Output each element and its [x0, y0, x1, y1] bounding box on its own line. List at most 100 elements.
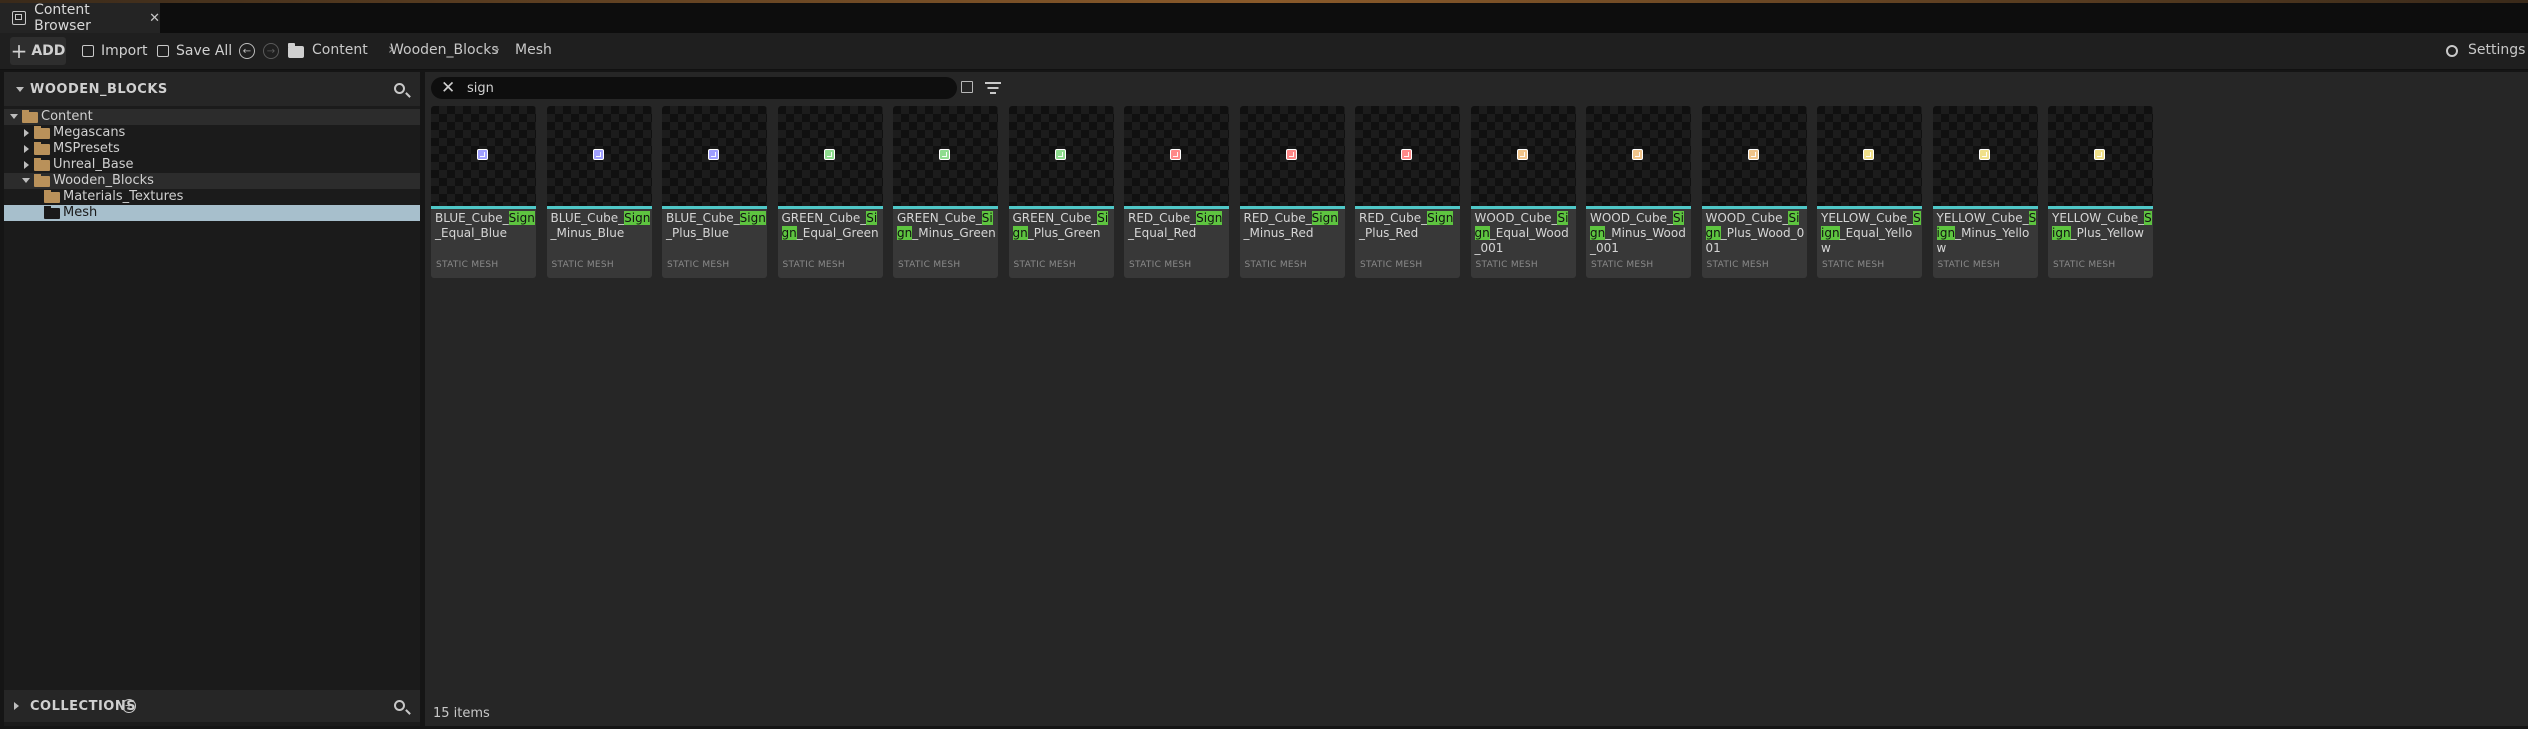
asset-type: STATIC MESH	[898, 260, 961, 270]
tree-item-label: Unreal_Base	[53, 157, 134, 172]
tree-item-mspresets[interactable]: MSPresets	[4, 141, 420, 157]
asset-type: STATIC MESH	[1360, 260, 1423, 270]
folder-icon	[34, 126, 50, 139]
asset-tile[interactable]: WOOD_Cube_Sign_Plus_Wood_001 STATIC MESH	[1701, 106, 1807, 278]
asset-type-bar	[1470, 206, 1576, 209]
asset-type-bar	[1124, 206, 1229, 209]
tree-item-materials-textures[interactable]: Materials_Textures	[4, 189, 420, 205]
asset-tile[interactable]: YELLOW_Cube_Sign_Equal_Yellow STATIC MESH	[1817, 106, 1922, 278]
search-icon[interactable]	[394, 700, 405, 711]
asset-tile[interactable]: GREEN_Cube_Sign_Minus_Green STATIC MESH	[893, 106, 998, 278]
asset-tile[interactable]: RED_Cube_Sign_Plus_Red STATIC MESH	[1355, 106, 1460, 278]
import-label: Import	[101, 43, 148, 59]
add-button[interactable]: + ADD	[10, 37, 66, 65]
asset-tile[interactable]: GREEN_Cube_Sign_Plus_Green STATIC MESH	[1008, 106, 1114, 278]
breadcrumb-mesh[interactable]: Mesh	[515, 42, 552, 58]
asset-type-bar	[1817, 206, 1922, 209]
asset-tile[interactable]: BLUE_Cube_Sign_Plus_Blue STATIC MESH	[662, 106, 767, 278]
clear-search-icon[interactable]: ✕	[441, 78, 455, 98]
tree-item-label: Mesh	[63, 205, 98, 220]
asset-name: BLUE_Cube_Sign_Plus_Blue	[666, 211, 766, 240]
asset-name: WOOD_Cube_Sign_Minus_Wood_001	[1590, 211, 1686, 255]
asset-type: STATIC MESH	[551, 260, 614, 270]
asset-tile[interactable]: RED_Cube_Sign_Minus_Red STATIC MESH	[1239, 106, 1345, 278]
asset-name: GREEN_Cube_Sign_Plus_Green	[1012, 211, 1109, 240]
asset-type: STATIC MESH	[2053, 260, 2116, 270]
asset-tile[interactable]: YELLOW_Cube_Sign_Plus_Yellow STATIC MESH	[2048, 106, 2153, 278]
asset-name: RED_Cube_Sign_Plus_Red	[1359, 211, 1454, 240]
gear-icon[interactable]	[2446, 45, 2458, 57]
asset-type-bar	[1701, 206, 1807, 209]
asset-tile[interactable]: BLUE_Cube_Sign_Minus_Blue STATIC MESH	[546, 106, 652, 278]
sources-header[interactable]: WOODEN_BLOCKS	[4, 72, 420, 106]
asset-tile[interactable]: WOOD_Cube_Sign_Minus_Wood_001 STATIC MESH	[1586, 106, 1691, 278]
close-icon[interactable]: ✕	[149, 11, 160, 26]
asset-type-bar	[1008, 206, 1114, 209]
asset-tile[interactable]: WOOD_Cube_Sign_Equal_Wood_001 STATIC MESH	[1470, 106, 1576, 278]
breadcrumb-wooden-blocks[interactable]: Wooden_Blocks	[390, 42, 499, 58]
chevron-down-icon[interactable]	[16, 87, 24, 92]
save-all-button[interactable]: Save All	[157, 37, 232, 65]
asset-type: STATIC MESH	[1129, 260, 1192, 270]
asset-type: STATIC MESH	[1706, 260, 1769, 270]
asset-thumbnail	[662, 106, 767, 206]
import-button[interactable]: Import	[82, 37, 147, 65]
asset-name: GREEN_Cube_Sign_Minus_Green	[897, 211, 996, 240]
asset-type: STATIC MESH	[667, 260, 730, 270]
asset-tile[interactable]: RED_Cube_Sign_Equal_Red STATIC MESH	[1124, 106, 1229, 278]
folder-icon	[44, 206, 60, 219]
tree-item-wooden-blocks[interactable]: Wooden_Blocks	[4, 173, 420, 189]
chevron-right-icon[interactable]	[24, 129, 29, 137]
tree-item-mesh[interactable]: Mesh	[4, 205, 420, 221]
search-icon[interactable]	[394, 83, 405, 94]
settings-button[interactable]: Settings	[2468, 42, 2525, 58]
chevron-right-icon[interactable]	[24, 161, 29, 169]
search-input[interactable]	[467, 77, 947, 99]
asset-tile[interactable]: BLUE_Cube_Sign_Equal_Blue STATIC MESH	[431, 106, 536, 278]
collections-header[interactable]: COLLECTIONS +	[4, 690, 420, 722]
asset-name: BLUE_Cube_Sign_Minus_Blue	[550, 211, 651, 240]
asset-type-bar	[662, 206, 767, 209]
asset-tile[interactable]: GREEN_Cube_Sign_Equal_Green STATIC MESH	[777, 106, 883, 278]
cube-icon	[1747, 149, 1759, 160]
asset-type-bar	[546, 206, 652, 209]
history-back-button[interactable]: ←	[239, 43, 255, 59]
chevron-right-icon[interactable]	[24, 145, 29, 153]
chevron-right-icon[interactable]	[14, 702, 19, 710]
asset-type-bar	[893, 206, 998, 209]
tab-content-browser[interactable]: Content Browser ✕	[0, 2, 160, 34]
asset-type: STATIC MESH	[436, 260, 499, 270]
tree-item-label: Wooden_Blocks	[53, 173, 154, 188]
cube-icon	[592, 149, 604, 160]
asset-type: STATIC MESH	[1013, 260, 1076, 270]
asset-thumbnail	[893, 106, 998, 206]
tree-item-label: Materials_Textures	[63, 189, 184, 204]
asset-type: STATIC MESH	[1822, 260, 1885, 270]
tab-label: Content Browser	[34, 2, 91, 34]
tree-item-unreal-base[interactable]: Unreal_Base	[4, 157, 420, 173]
chevron-right-icon[interactable]: ›	[494, 40, 500, 58]
add-collection-icon[interactable]: +	[122, 699, 136, 713]
folder-icon	[44, 190, 60, 203]
cube-icon	[1170, 149, 1181, 160]
filter-icon[interactable]	[985, 81, 1001, 95]
asset-thumbnail	[431, 106, 536, 206]
history-forward-button[interactable]: →	[263, 43, 279, 59]
folder-icon[interactable]	[288, 43, 304, 58]
asset-name: GREEN_Cube_Sign_Equal_Green	[781, 211, 879, 240]
folder-icon	[34, 142, 50, 155]
cube-icon	[939, 149, 950, 160]
asset-thumbnail	[1817, 106, 1922, 206]
cube-icon	[1401, 149, 1412, 160]
tree-item-content[interactable]: Content	[4, 109, 420, 125]
asset-tile[interactable]: YELLOW_Cube_Sign_Minus_Yellow STATIC MESH	[1932, 106, 2038, 278]
collections-title: COLLECTIONS	[30, 699, 137, 714]
chevron-down-icon[interactable]	[22, 178, 30, 183]
chevron-down-icon[interactable]	[10, 114, 18, 119]
tree-item-megascans[interactable]: Megascans	[4, 125, 420, 141]
search-box[interactable]: ✕	[431, 77, 957, 99]
save-search-icon[interactable]	[961, 81, 973, 93]
breadcrumb-content[interactable]: Content	[312, 42, 368, 58]
asset-name: WOOD_Cube_Sign_Equal_Wood_001	[1474, 211, 1569, 255]
content-browser-icon	[12, 11, 27, 25]
